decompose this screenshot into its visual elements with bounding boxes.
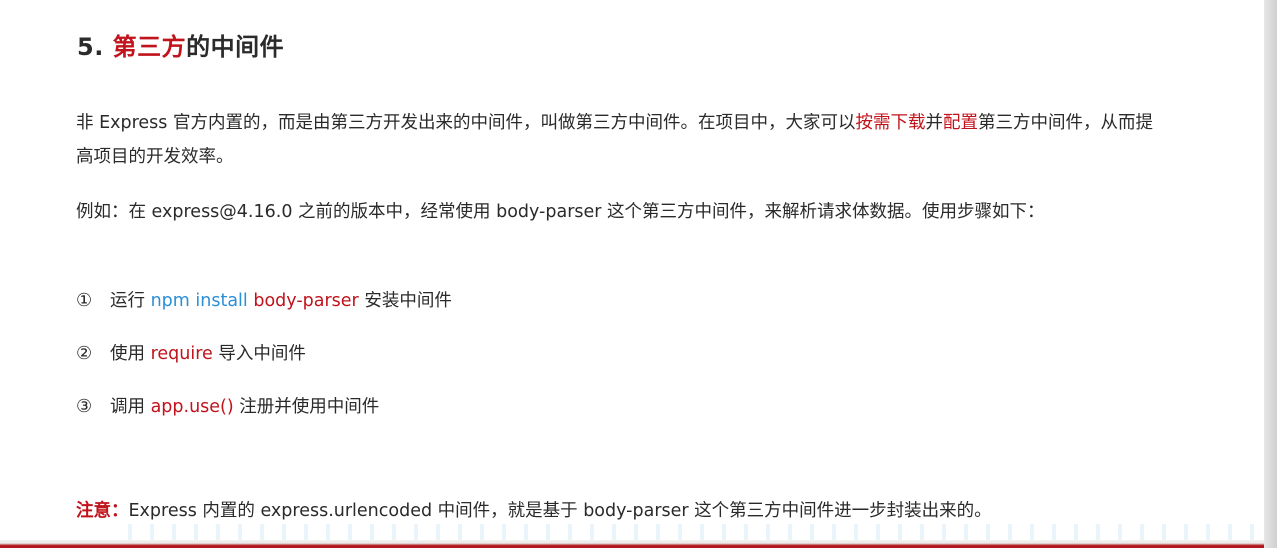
note-label: 注意： — [76, 501, 129, 521]
code-npm-install: npm install — [150, 291, 248, 311]
footer-bar — [0, 540, 1264, 548]
step-number: ③ — [76, 396, 93, 417]
step-number: ① — [76, 290, 93, 311]
title-highlight: 第三方 — [112, 33, 187, 61]
step-text: 注册并使用中间件 — [233, 397, 380, 417]
step-text: 运行 — [110, 291, 151, 311]
page-title: 5. 第三方的中间件 — [77, 27, 284, 62]
step-item-3: ③ 调用 app.use() 注册并使用中间件 — [76, 394, 379, 420]
example-paragraph: 例如：在 express@4.16.0 之前的版本中，经常使用 body-par… — [76, 202, 1045, 222]
note-text: Express 内置的 express.urlencoded 中间件，就是基于 … — [128, 501, 992, 521]
slide: 5. 第三方的中间件 非 Express 官方内置的，而是由第三方开发出来的中间… — [0, 0, 1264, 548]
intro-text-a: 非 Express 官方内置的，而是由第三方开发出来的中间件，叫做第三方中间件。… — [76, 113, 856, 133]
code-require: require — [150, 344, 213, 364]
window-edge — [1264, 0, 1277, 548]
step-number: ② — [76, 343, 93, 364]
title-suffix: 的中间件 — [186, 33, 285, 61]
note-paragraph: 注意：Express 内置的 express.urlencoded 中间件，就是… — [76, 498, 992, 524]
intro-paragraph: 非 Express 官方内置的，而是由第三方开发出来的中间件，叫做第三方中间件。… — [76, 106, 1166, 174]
intro-highlight-config: 配置 — [942, 113, 978, 133]
code-app-use: app.use() — [150, 397, 234, 417]
intro-highlight-download: 按需下载 — [855, 113, 926, 133]
step-text: 导入中间件 — [212, 344, 306, 364]
code-body-parser: body-parser — [253, 291, 359, 311]
step-item-1: ① 运行 npm install body-parser 安装中间件 — [76, 288, 452, 314]
title-prefix: 5. — [77, 33, 113, 61]
step-item-2: ② 使用 require 导入中间件 — [76, 341, 306, 367]
step-text: 安装中间件 — [358, 291, 452, 311]
step-text: 调用 — [110, 397, 151, 417]
step-text: 使用 — [110, 344, 151, 364]
intro-text-b: 并 — [925, 113, 943, 133]
